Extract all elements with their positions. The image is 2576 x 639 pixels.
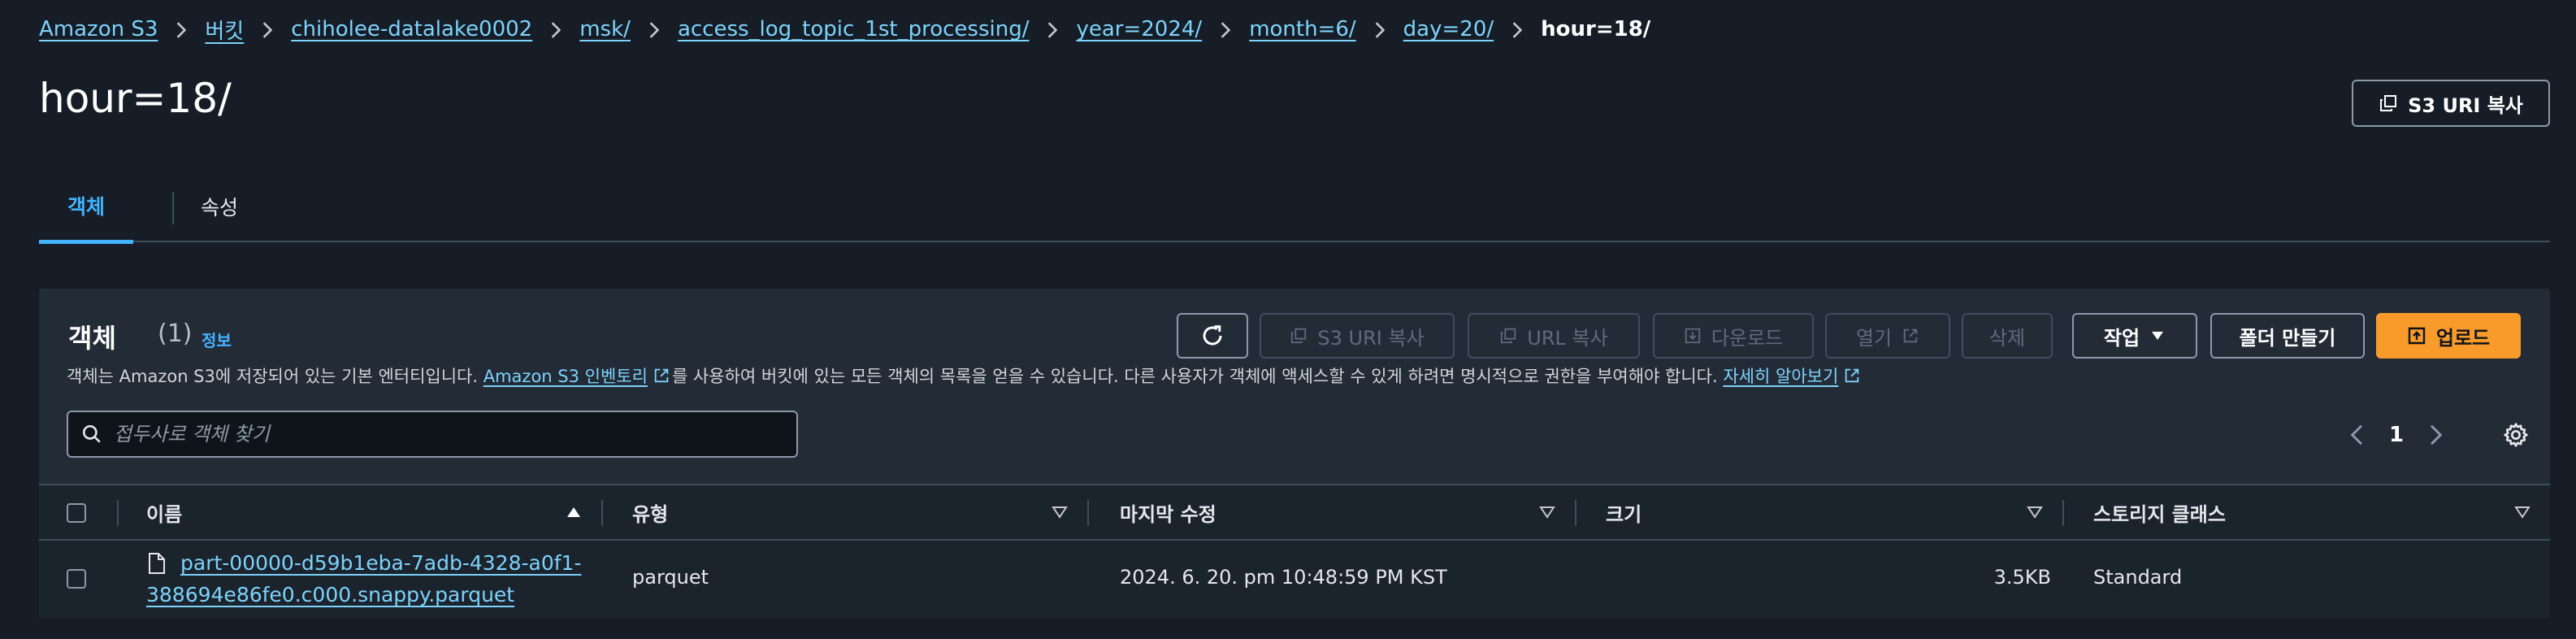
upload-button[interactable]: 업로드 <box>2376 313 2521 359</box>
sort-icon[interactable] <box>1539 505 1555 519</box>
chevron-right-icon <box>1356 17 1403 41</box>
copy-icon <box>1501 328 1516 344</box>
learn-more-link[interactable]: 자세히 알아보기 <box>1723 367 1863 386</box>
table-header: 이름 유형 마지막 수정 크기 스토리지 클래스 <box>39 484 2550 539</box>
open-label: 열기 <box>1855 326 1893 350</box>
actions-dropdown[interactable]: 작업 <box>2072 313 2197 359</box>
copy-s3-uri-button[interactable]: S3 URI 복사 <box>1260 313 1455 359</box>
tab-properties[interactable]: 속성 <box>140 171 299 242</box>
caret-down-icon <box>2152 332 2164 340</box>
info-link[interactable]: 정보 <box>202 328 232 351</box>
breadcrumb-day[interactable]: day=20/ <box>1403 17 1494 41</box>
copy-url-label: URL 복사 <box>1527 326 1608 350</box>
chevron-right-icon <box>1494 17 1541 41</box>
chevron-right-icon <box>1202 17 1249 41</box>
breadcrumb-month[interactable]: month=6/ <box>1249 17 1355 41</box>
table-row: part-00000-d59b1eba-7adb-4328-a0f1- 3886… <box>39 539 2550 618</box>
column-header-type[interactable]: 유형 <box>632 485 668 539</box>
breadcrumb-msk[interactable]: msk/ <box>579 17 631 41</box>
tab-bar: 객체 속성 <box>39 171 2550 244</box>
upload-label: 업로드 <box>2435 326 2491 350</box>
chevron-right-icon <box>631 17 678 41</box>
objects-description: 객체는 Amazon S3에 저장되어 있는 기본 엔터티입니다. Amazon… <box>67 363 1863 388</box>
delete-label: 삭제 <box>1988 326 2026 350</box>
column-divider <box>601 500 603 526</box>
breadcrumb: Amazon S3 버킷 chiholee-datalake0002 msk/ … <box>39 15 1650 44</box>
object-type: parquet <box>632 566 709 589</box>
breadcrumb-buckets[interactable]: 버킷 <box>205 15 244 45</box>
refresh-button[interactable] <box>1177 313 1248 359</box>
description-text-2: 를 사용하여 버킷에 있는 모든 객체의 목록을 얻을 수 있습니다. 다른 사… <box>671 367 1724 386</box>
copy-icon <box>1291 328 1307 344</box>
page-number[interactable]: 1 <box>2389 423 2404 447</box>
external-link-icon <box>1845 368 1859 383</box>
download-button[interactable]: 다운로드 <box>1653 313 1814 359</box>
object-storage-class: Standard <box>2093 566 2183 589</box>
actions-label: 작업 <box>2103 326 2140 350</box>
column-divider <box>1087 500 1089 526</box>
chevron-right-icon <box>244 17 291 41</box>
object-name-line-2: 388694e86fe0.c000.snappy.parquet <box>146 583 515 606</box>
copy-s3-uri-label: S3 URI 복사 <box>1317 326 1425 350</box>
objects-panel: 객체 (1) 정보 S3 URI 복사 URL 복사 다운로드 열기 삭제 작업… <box>39 289 2550 618</box>
inventory-link[interactable]: Amazon S3 인벤토리 <box>484 367 672 386</box>
download-icon <box>1685 328 1700 344</box>
chevron-left-icon[interactable] <box>2347 423 2368 447</box>
sort-ascending-icon[interactable] <box>566 505 582 519</box>
chevron-right-icon <box>158 17 205 41</box>
search-box <box>67 411 798 458</box>
sort-icon[interactable] <box>2514 505 2530 519</box>
column-header-storage-class[interactable]: 스토리지 클래스 <box>2093 485 2226 539</box>
column-header-size[interactable]: 크기 <box>1606 485 1641 539</box>
chevron-right-icon <box>532 17 579 41</box>
copy-url-button[interactable]: URL 복사 <box>1468 313 1640 359</box>
pagination: 1 <box>2347 417 2446 453</box>
external-link-icon <box>1903 328 1918 343</box>
column-divider <box>2062 500 2064 526</box>
download-label: 다운로드 <box>1711 326 1784 350</box>
breadcrumb-amazon-s3[interactable]: Amazon S3 <box>39 17 158 41</box>
object-name-line-1: part-00000-d59b1eba-7adb-4328-a0f1- <box>180 551 582 575</box>
create-folder-button[interactable]: 폴더 만들기 <box>2210 313 2365 359</box>
column-header-name[interactable]: 이름 <box>146 485 182 539</box>
column-divider <box>117 500 119 526</box>
sort-icon[interactable] <box>1052 505 1068 519</box>
delete-button[interactable]: 삭제 <box>1962 313 2053 359</box>
object-last-modified: 2024. 6. 20. pm 10:48:59 PM KST <box>1120 566 1447 589</box>
open-button[interactable]: 열기 <box>1825 313 1950 359</box>
object-name-link[interactable]: part-00000-d59b1eba-7adb-4328-a0f1- 3886… <box>146 547 581 611</box>
copy-s3-uri-header-button[interactable]: S3 URI 복사 <box>2352 80 2550 127</box>
select-all-checkbox[interactable] <box>67 503 86 523</box>
breadcrumb-topic[interactable]: access_log_topic_1st_processing/ <box>678 17 1030 41</box>
refresh-icon <box>1203 325 1222 346</box>
create-folder-label: 폴더 만들기 <box>2239 326 2336 350</box>
objects-count: (1) <box>158 320 193 348</box>
column-header-last-modified[interactable]: 마지막 수정 <box>1120 485 1216 539</box>
learn-more-label: 자세히 알아보기 <box>1723 367 1839 386</box>
copy-s3-uri-label: S3 URI 복사 <box>2408 93 2523 117</box>
description-text-1: 객체는 Amazon S3에 저장되어 있는 기본 엔터티입니다. <box>67 367 484 386</box>
column-divider <box>1575 500 1576 526</box>
breadcrumb-year[interactable]: year=2024/ <box>1076 17 1202 41</box>
page-title: hour=18/ <box>39 75 232 122</box>
upload-icon <box>2408 327 2426 345</box>
objects-title: 객체 <box>68 323 116 354</box>
copy-icon <box>2380 95 2397 111</box>
tab-objects[interactable]: 객체 <box>39 171 133 244</box>
settings-gear-icon[interactable] <box>2503 422 2529 448</box>
inventory-link-label: Amazon S3 인벤토리 <box>483 367 648 386</box>
search-input[interactable] <box>114 423 780 446</box>
chevron-right-icon <box>1029 17 1076 41</box>
external-link-icon <box>654 368 669 383</box>
breadcrumb-bucket[interactable]: chiholee-datalake0002 <box>291 17 532 41</box>
row-checkbox[interactable] <box>67 569 86 589</box>
chevron-right-icon[interactable] <box>2425 423 2446 447</box>
sort-icon[interactable] <box>2027 505 2043 519</box>
breadcrumb-current: hour=18/ <box>1541 17 1651 41</box>
object-size: 3.5KB <box>1993 566 2051 589</box>
search-icon <box>82 424 101 443</box>
